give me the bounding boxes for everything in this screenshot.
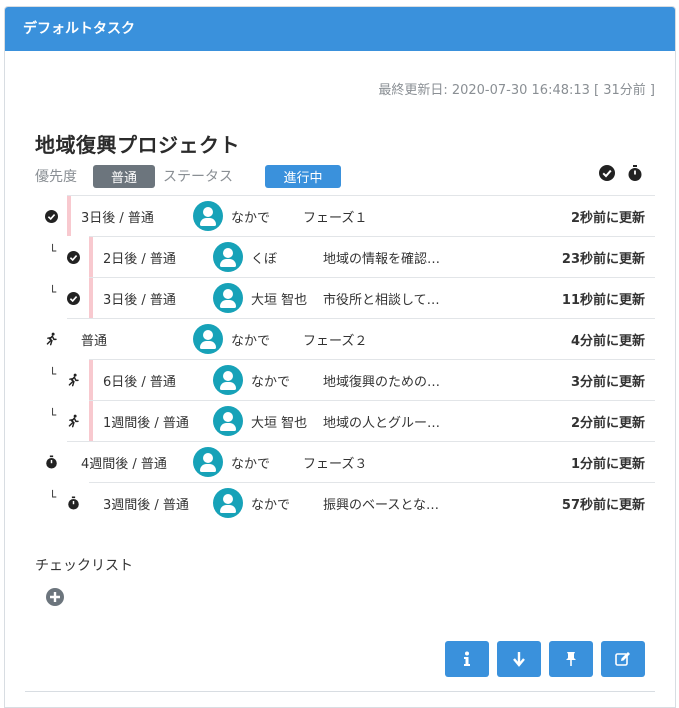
task-card: デフォルトタスク 最終更新日: 2020-07-30 16:48:13 [ 31… (4, 6, 676, 708)
running-icon (45, 331, 61, 347)
thumbtack-icon (566, 652, 576, 666)
task-assignee: なかで (213, 488, 323, 518)
task-deadline: 2日後 / 普通 (103, 251, 176, 267)
task-deadline: 3日後 / 普通 (103, 292, 176, 308)
assignee-name: 大垣 智也 (251, 415, 308, 431)
project-meta: 優先度 普通 ステータス 進行中 (35, 164, 341, 188)
card-header: デフォルトタスク (5, 7, 675, 51)
task-updated: 1分前に更新 (570, 456, 645, 472)
assignee-name: なかで (251, 374, 291, 390)
avatar-icon (213, 488, 243, 518)
task-deadline: 普通 (81, 333, 108, 349)
info-icon (464, 651, 470, 666)
task-updated: 57秒前に更新 (561, 497, 645, 513)
task-updated: 2秒前に更新 (570, 210, 645, 226)
task-name: 地域の情報を確認… (323, 251, 441, 267)
avatar-icon (193, 201, 223, 231)
stopwatch-icon (67, 495, 83, 511)
assignee-name: なかで (251, 497, 291, 513)
task-assignee: 大垣 智也 (213, 283, 323, 313)
avatar-icon (213, 406, 243, 436)
avatar-icon (213, 283, 243, 313)
stopwatch-icon[interactable] (627, 165, 643, 181)
task-row[interactable]: 3週間後 / 普通 なかで 振興のベースとな… 57秒前に更新 (89, 482, 655, 523)
task-row[interactable]: 4週間後 / 普通 なかで フェーズ３ 1分前に更新 (67, 441, 655, 482)
task-assignee: なかで (213, 365, 323, 395)
child-marker: └ (49, 244, 57, 258)
assignee-name: なかで (231, 210, 271, 226)
assignee-name: なかで (231, 456, 271, 472)
child-marker: └ (49, 367, 57, 381)
task-row[interactable]: 3日後 / 普通 大垣 智也 市役所と相談して… 11秒前に更新 (89, 277, 655, 318)
add-checklist-icon[interactable] (45, 587, 65, 607)
card-title: デフォルトタスク (23, 21, 135, 37)
task-name: 地域の人とグルー… (323, 415, 441, 431)
avatar-icon (213, 242, 243, 272)
task-deadline: 6日後 / 普通 (103, 374, 176, 390)
arrow-down-icon (513, 652, 525, 667)
action-buttons (445, 641, 645, 677)
checklist-title: チェックリスト (35, 558, 133, 574)
pin-button[interactable] (549, 641, 593, 677)
task-updated: 3分前に更新 (570, 374, 645, 390)
task-assignee: なかで (193, 201, 303, 231)
move-down-button[interactable] (497, 641, 541, 677)
task-assignee: なかで (193, 324, 303, 354)
task-deadline: 3日後 / 普通 (81, 210, 154, 226)
task-row[interactable]: 2日後 / 普通 くぼ 地域の情報を確認… 23秒前に更新 (89, 236, 655, 277)
task-deadline: 1週間後 / 普通 (103, 415, 189, 431)
edit-icon (615, 652, 630, 666)
info-button[interactable] (445, 641, 489, 677)
task-updated: 2分前に更新 (570, 415, 645, 431)
edit-button[interactable] (601, 641, 645, 677)
task-deadline: 3週間後 / 普通 (103, 497, 189, 513)
running-icon (67, 372, 83, 388)
footer-divider (25, 691, 655, 692)
stopwatch-icon (45, 454, 61, 470)
task-name: 地域復興のための… (323, 374, 441, 390)
priority-badge[interactable]: 普通 (93, 164, 155, 188)
assignee-name: 大垣 智也 (251, 292, 308, 308)
task-name: フェーズ１ (303, 210, 368, 226)
assignee-name: なかで (231, 333, 271, 349)
task-name: 市役所と相談して… (323, 292, 440, 308)
check-circle-icon (45, 208, 61, 224)
avatar-icon (213, 365, 243, 395)
task-row[interactable]: 6日後 / 普通 なかで 地域復興のための… 3分前に更新 (89, 359, 655, 400)
status-label: ステータス (163, 169, 233, 185)
task-updated: 23秒前に更新 (561, 251, 645, 267)
task-updated: 11秒前に更新 (561, 292, 645, 308)
task-row[interactable]: 1週間後 / 普通 大垣 智也 地域の人とグルー… 2分前に更新 (89, 400, 655, 441)
child-marker: └ (49, 490, 57, 504)
priority-label: 優先度 (35, 169, 77, 185)
avatar-icon (193, 324, 223, 354)
check-circle-icon[interactable] (599, 165, 615, 181)
task-name: 振興のベースとな… (323, 497, 439, 513)
check-circle-icon (67, 249, 83, 265)
task-assignee: くぼ (213, 242, 323, 272)
task-assignee: なかで (193, 447, 303, 477)
avatar-icon (193, 447, 223, 477)
task-row[interactable]: 普通 なかで フェーズ２ 4分前に更新 (67, 318, 655, 359)
task-name: フェーズ３ (303, 456, 368, 472)
project-icons (599, 165, 643, 181)
task-row[interactable]: 3日後 / 普通 なかで フェーズ１ 2秒前に更新 (67, 195, 655, 236)
check-circle-icon (67, 290, 83, 306)
status-badge[interactable]: 進行中 (265, 164, 341, 188)
task-updated: 4分前に更新 (570, 333, 645, 349)
assignee-name: くぼ (251, 251, 278, 267)
task-name: フェーズ２ (303, 333, 368, 349)
task-assignee: 大垣 智也 (213, 406, 323, 436)
project-title: 地域復興プロジェクト (35, 133, 240, 157)
child-marker: └ (49, 285, 57, 299)
last-updated: 最終更新日: 2020-07-30 16:48:13 [ 31分前 ] (378, 83, 655, 98)
task-deadline: 4週間後 / 普通 (81, 456, 167, 472)
running-icon (67, 413, 83, 429)
child-marker: └ (49, 408, 57, 422)
